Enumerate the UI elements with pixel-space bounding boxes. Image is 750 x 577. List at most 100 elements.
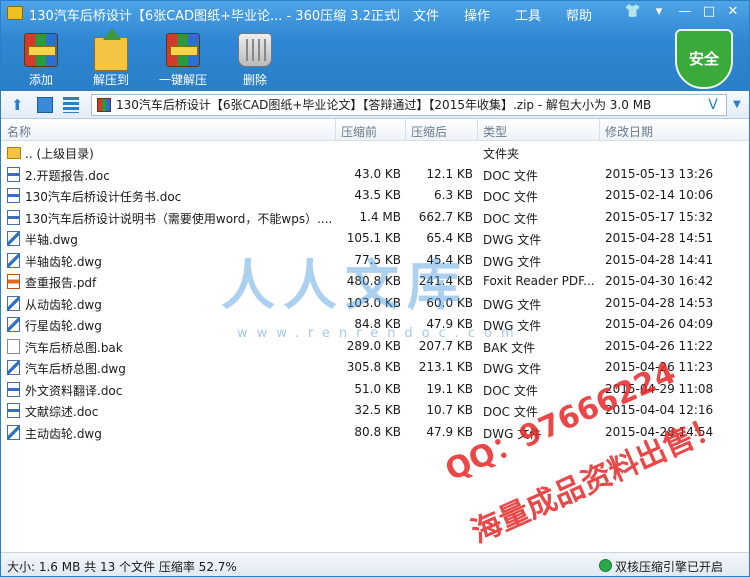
address-bar: ⬆ 130汽车后桥设计【6张CAD图纸+毕业论文】【答辩通过】【2015年收集】…	[1, 91, 749, 119]
dwg-file-icon	[7, 252, 20, 268]
dual-engine-icon	[599, 559, 612, 572]
file-name: 查重报告.pdf	[25, 276, 97, 290]
path-dropdown-icon[interactable]: ▼	[728, 95, 746, 115]
file-modified: 2015-04-30 16:42	[605, 274, 714, 288]
dwg-file-icon	[7, 424, 20, 440]
file-type: DWG 文件	[483, 254, 542, 269]
file-type: DWG 文件	[483, 426, 542, 441]
file-size: 32.5 KB	[354, 403, 401, 417]
table-row[interactable]: 半轴.dwg 105.1 KB 65.4 KB DWG 文件 2015-04-2…	[1, 228, 749, 249]
maximize-button[interactable]: □	[699, 3, 719, 21]
file-name: 2.开题报告.doc	[25, 168, 110, 183]
menu-help[interactable]: 帮助	[566, 5, 592, 24]
file-modified: 2015-04-28 14:53	[605, 295, 714, 310]
window-title: 130汽车后桥设计【6张CAD图纸+毕业论... - 360压缩 3.2正式版	[29, 9, 399, 24]
table-row[interactable]: 130汽车后桥设计任务书.doc 43.5 KB 6.3 KB DOC 文件 2…	[1, 185, 749, 206]
file-packed-size: 47.9 KB	[426, 317, 473, 331]
file-size: 84.8 KB	[354, 317, 401, 331]
close-button[interactable]: ✕	[723, 3, 743, 21]
file-size: 289.0 KB	[346, 338, 401, 353]
file-name: 半轴齿轮.dwg	[25, 254, 102, 269]
one-click-extract-icon	[166, 33, 200, 67]
delete-button[interactable]: 删除	[225, 31, 285, 89]
table-row[interactable]: 行星齿轮.dwg 84.8 KB 47.9 KB DWG 文件 2015-04-…	[1, 314, 749, 335]
file-modified: 2015-05-13 13:26	[605, 166, 714, 181]
menu-operation[interactable]: 操作	[464, 5, 490, 24]
archive-path[interactable]: 130汽车后桥设计【6张CAD图纸+毕业论文】【答辩通过】【2015年收集】.z…	[91, 94, 727, 116]
table-row[interactable]: 半轴齿轮.dwg 77.5 KB 45.4 KB DWG 文件 2015-04-…	[1, 250, 749, 271]
doc-file-icon	[7, 381, 20, 397]
app-logo-icon	[7, 6, 23, 20]
file-size: 43.0 KB	[354, 166, 401, 181]
table-row[interactable]: 文献综述.doc 32.5 KB 10.7 KB DOC 文件 2015-04-…	[1, 400, 749, 421]
column-packed[interactable]: 压缩后	[411, 123, 447, 140]
up-arrow-icon[interactable]: ⬆	[11, 97, 27, 113]
one-click-extract-label: 一键解压	[158, 73, 207, 87]
file-size: 80.8 KB	[354, 424, 401, 439]
file-modified: 2015-04-26 11:22	[605, 338, 714, 353]
column-divider[interactable]	[335, 119, 336, 141]
dwg-file-icon	[7, 360, 20, 375]
column-modified[interactable]: 修改日期	[605, 123, 653, 140]
file-size: 105.1 KB	[346, 231, 401, 245]
table-row[interactable]: 2.开题报告.doc 43.0 KB 12.1 KB DOC 文件 2015-0…	[1, 164, 749, 185]
table-row[interactable]: 查重报告.pdf 480.8 KB 241.4 KB Foxit Reader …	[1, 271, 749, 292]
column-divider[interactable]	[405, 119, 406, 141]
file-modified: 2015-04-29 11:08	[605, 381, 714, 396]
security-shield-icon[interactable]: 安全	[675, 29, 733, 89]
file-type: BAK 文件	[483, 340, 536, 355]
thumbnail-view-icon[interactable]	[37, 97, 53, 113]
file-list-header: 名称 压缩前 压缩后 类型 修改日期	[1, 119, 749, 141]
add-button[interactable]: 添加	[11, 31, 71, 89]
file-packed-size: 10.7 KB	[426, 403, 473, 417]
doc-file-icon	[7, 166, 20, 182]
file-modified: 2015-04-28 14:54	[605, 424, 714, 439]
table-row[interactable]: 从动齿轮.dwg 103.0 KB 60.0 KB DWG 文件 2015-04…	[1, 293, 749, 314]
table-row[interactable]: 汽车后桥总图.bak 289.0 KB 207.7 KB BAK 文件 2015…	[1, 336, 749, 357]
column-divider[interactable]	[477, 119, 478, 141]
extract-to-button[interactable]: 解压到	[81, 28, 141, 89]
file-packed-size: 47.9 KB	[426, 424, 473, 439]
file-size: 51.0 KB	[354, 381, 401, 396]
menu-tools[interactable]: 工具	[515, 5, 541, 24]
list-view-icon[interactable]	[63, 97, 79, 113]
file-packed-size: 12.1 KB	[426, 166, 473, 181]
file-name: 半轴.dwg	[25, 233, 78, 247]
file-modified: 2015-05-17 15:32	[605, 209, 714, 224]
file-size: 1.4 MB	[359, 209, 401, 224]
table-row[interactable]: 主动齿轮.dwg 80.8 KB 47.9 KB DWG 文件 2015-04-…	[1, 422, 749, 443]
file-size: 77.5 KB	[354, 252, 401, 267]
add-label: 添加	[28, 73, 53, 87]
file-size: 480.8 KB	[346, 274, 401, 288]
archive-icon	[97, 98, 111, 112]
extract-to-label: 解压到	[92, 73, 129, 87]
options-menu-icon[interactable]: ▾	[649, 3, 669, 21]
skin-icon[interactable]: 👕	[623, 3, 643, 21]
file-type: DOC 文件	[483, 190, 538, 204]
one-click-extract-button[interactable]: 一键解压	[153, 31, 213, 89]
file-size: 103.0 KB	[346, 295, 401, 310]
column-size[interactable]: 压缩前	[341, 123, 377, 140]
column-type[interactable]: 类型	[483, 123, 507, 140]
file-name: 外文资料翻译.doc	[25, 383, 123, 398]
file-modified: 2015-04-26 04:09	[605, 317, 714, 331]
table-row[interactable]: 130汽车后桥设计说明书（需要使用word，不能wps）.... 1.4 MB …	[1, 207, 749, 228]
file-modified: 2015-04-04 12:16	[605, 403, 714, 417]
engine-status[interactable]: 双核压缩引擎已开启	[615, 558, 723, 575]
table-row[interactable]: 汽车后桥总图.dwg 305.8 KB 213.1 KB DWG 文件 2015…	[1, 357, 749, 378]
table-row[interactable]: .. (上级目录) 文件夹	[1, 142, 749, 163]
file-modified: 2015-02-14 10:06	[605, 188, 714, 202]
column-name[interactable]: 名称	[7, 123, 31, 140]
table-row[interactable]: 外文资料翻译.doc 51.0 KB 19.1 KB DOC 文件 2015-0…	[1, 379, 749, 400]
minimize-button[interactable]: —	[675, 3, 695, 21]
column-divider[interactable]	[599, 119, 600, 141]
file-type: DOC 文件	[483, 405, 538, 419]
file-packed-size: 207.7 KB	[418, 338, 473, 353]
doc-file-icon	[7, 403, 20, 418]
file-packed-size: 60.0 KB	[426, 295, 473, 310]
menu-file[interactable]: 文件	[413, 5, 439, 24]
status-bar: 大小: 1.6 MB 共 13 个文件 压缩率 52.7% 双核压缩引擎已开启	[1, 552, 749, 576]
file-type: DWG 文件	[483, 233, 542, 247]
file-modified: 2015-04-28 14:41	[605, 252, 714, 267]
path-history-button[interactable]: V	[703, 95, 723, 115]
